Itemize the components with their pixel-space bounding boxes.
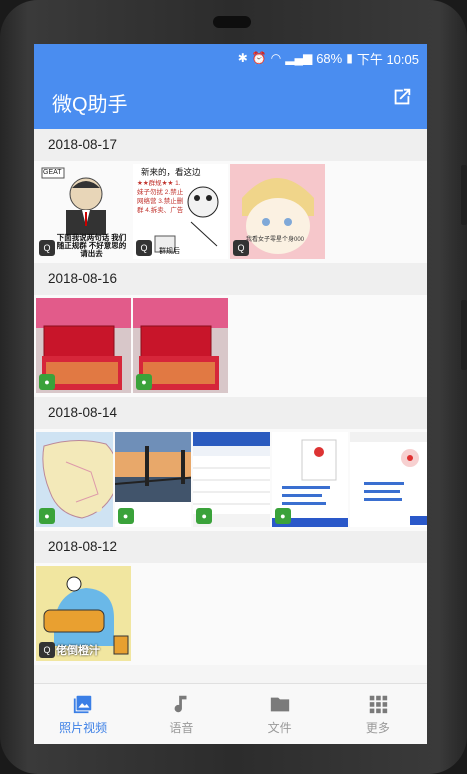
thumb-screenshot-form[interactable]: ● — [193, 432, 270, 527]
phone-frame: ✱ ⏰ ◠ ▂▄▆ 68% ▮ 下午 10:05 微Q助手 2018-08-17 — [0, 0, 467, 774]
thumb-row: ● ● — [34, 295, 427, 397]
date-header: 2018-08-17 — [34, 129, 427, 161]
thumb-row: ● ● — [34, 429, 427, 531]
volume-button — [461, 165, 467, 225]
qq-badge-icon: Q — [233, 240, 249, 256]
wechat-badge-icon: ● — [117, 508, 134, 524]
meme-panda-rules: ★★群规★★ 1.妹子勿扰 2.禁止网络营 3.禁止删群 4.拆卖、广告 — [137, 180, 184, 214]
nav-voice[interactable]: 语音 — [132, 684, 230, 744]
nav-files[interactable]: 文件 — [231, 684, 329, 744]
wechat-badge-icon: ● — [39, 508, 55, 524]
music-note-icon — [174, 695, 187, 712]
qq-badge-icon: Q — [39, 240, 55, 256]
thumb-meme-blonde[interactable]: 我看女子零星个身000 Q — [230, 164, 325, 259]
app-bar: 微Q助手 — [34, 72, 427, 129]
media-list: 2018-08-17 GEAT 下面我说两句话 我们随正规群 不好意思的请出去 … — [34, 129, 427, 684]
thumb-row: GEAT 下面我说两句话 我们随正规群 不好意思的请出去 Q 新来的，看这边 ★… — [34, 161, 427, 263]
nav-label: 更多 — [365, 720, 390, 735]
screen: ✱ ⏰ ◠ ▂▄▆ 68% ▮ 下午 10:05 微Q助手 2018-08-17 — [34, 44, 427, 744]
status-bar: ✱ ⏰ ◠ ▂▄▆ 68% ▮ 下午 10:05 — [34, 44, 427, 72]
bottom-nav: 照片视频 语音 文件 更多 — [34, 683, 427, 744]
alarm-icon: ⏰ — [251, 51, 267, 65]
qq-badge-icon: Q — [136, 240, 152, 256]
battery-icon: ▮ — [346, 51, 353, 65]
thumb-bridge[interactable]: ● — [114, 432, 192, 527]
wechat-badge-icon: ● — [136, 374, 152, 390]
date-header: 2018-08-12 — [34, 531, 427, 563]
thumb-red-boxes-2[interactable]: ● — [133, 298, 228, 393]
thumb-screenshot-chat[interactable]: ● — [271, 432, 349, 527]
signal-icon: ▂▄▆ — [285, 51, 313, 65]
thumb-red-boxes-1[interactable]: ● — [36, 298, 131, 393]
meme-panda-title: 新来的，看这边 — [141, 167, 201, 177]
meme-bottom-text: 下面我说两句话 我们随正规群 不好意思的请出去 — [56, 233, 127, 258]
battery-percent: 68% — [316, 50, 343, 66]
thumb-meme-panda-rules[interactable]: 新来的，看这边 ★★群规★★ 1.妹子勿扰 2.禁止网络营 3.禁止删群 4.拆… — [133, 164, 228, 259]
wechat-badge-icon: ● — [274, 508, 291, 524]
qq-badge-icon: Q — [39, 642, 55, 658]
bluetooth-icon: ✱ — [237, 51, 248, 65]
wechat-badge-icon: ● — [39, 374, 55, 390]
wechat-badge-icon: ● — [196, 508, 213, 524]
photo-icon — [73, 695, 92, 713]
meme-top-text: GEAT — [43, 169, 62, 176]
thumb-cartoon-fish[interactable]: 佬倒橙汁 Q — [36, 566, 131, 661]
app-title: 微Q助手 — [52, 94, 128, 116]
thumb-row: 佬倒橙汁 Q — [34, 563, 427, 665]
phone-speaker — [213, 16, 251, 28]
nav-photos-videos[interactable]: 照片视频 — [34, 684, 132, 744]
nav-label: 文件 — [267, 720, 292, 735]
thumb-map[interactable]: ● — [36, 432, 113, 527]
thumb-meme-suit[interactable]: GEAT 下面我说两句话 我们随正规群 不好意思的请出去 Q — [36, 164, 131, 259]
meme-blonde-text: 我看女子零星个身000 — [246, 237, 305, 243]
folder-icon — [270, 697, 289, 711]
date-header: 2018-08-14 — [34, 397, 427, 429]
date-header: 2018-08-16 — [34, 263, 427, 295]
nav-label: 照片视频 — [59, 720, 108, 735]
cartoon-caption: 佬倒橙汁 — [56, 645, 100, 657]
wifi-icon: ◠ — [270, 51, 282, 65]
open-external-icon[interactable] — [391, 86, 413, 108]
power-button — [461, 300, 467, 370]
clock: 下午 10:05 — [356, 51, 419, 67]
thumb-screenshot-list[interactable] — [350, 432, 427, 527]
grid-icon — [369, 695, 388, 713]
nav-more[interactable]: 更多 — [329, 684, 427, 744]
nav-label: 语音 — [169, 720, 194, 735]
meme-panda-foot: 群规后 — [159, 248, 180, 255]
